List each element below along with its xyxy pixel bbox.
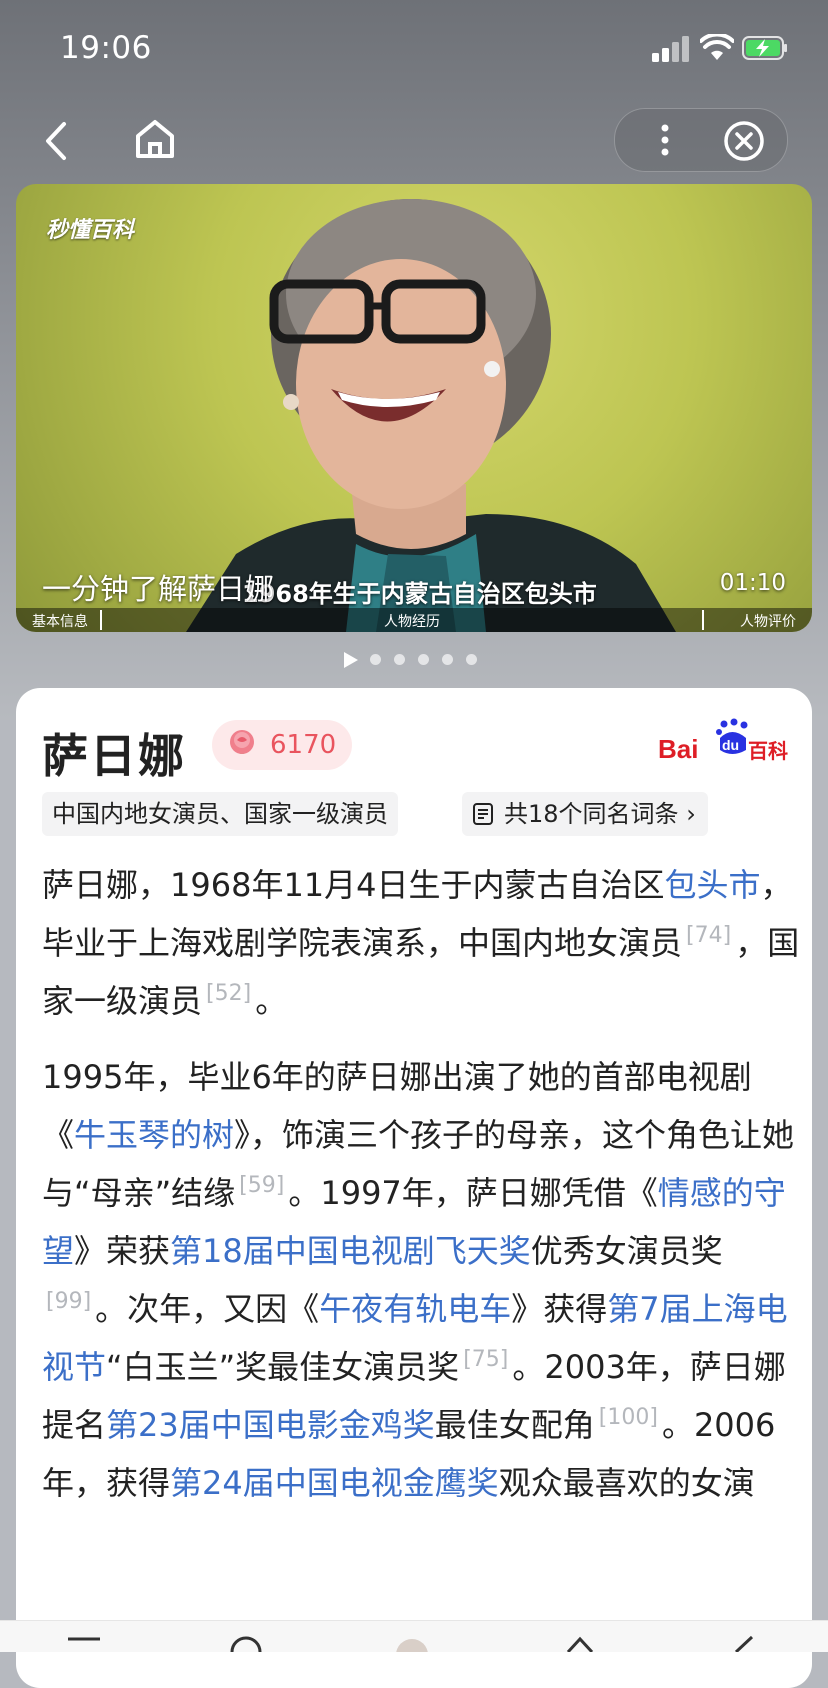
status-time: 19:06: [60, 30, 152, 66]
video-subtitle: 1968年生于内蒙古自治区包头市: [242, 580, 597, 608]
text-run: 。1997年，萨日娜凭借《: [288, 1174, 658, 1212]
battery-charging-icon: [742, 36, 787, 60]
video-watermark: 秒懂百科: [46, 218, 135, 243]
same-name-label: 共18个同名词条: [504, 800, 679, 828]
video-title: 一分钟了解萨日娜: [42, 572, 275, 606]
status-bar: 19:06: [0, 0, 828, 100]
reference-link[interactable]: [59]: [239, 1173, 284, 1198]
chapter-bar: 基本信息 人物经历 人物评价: [16, 608, 812, 632]
text-run: 优秀女演员奖: [530, 1232, 723, 1270]
share-icon[interactable]: [560, 1635, 600, 1652]
link-midnight-tram[interactable]: 午夜有轨电车: [319, 1290, 511, 1328]
chapter-divider: [100, 610, 102, 630]
text-run: 。次年，又因《: [95, 1290, 320, 1328]
text-run: 》获得: [511, 1290, 608, 1328]
chevron-right-icon: ›: [686, 800, 696, 828]
entry-summary: 萨日娜，1968年11月4日生于内蒙古自治区包头市，毕业于上海戏剧学院表演系，中…: [42, 856, 802, 1530]
link-feitian-award[interactable]: 第18届中国电视剧飞天奖: [170, 1232, 531, 1270]
mini-program-capsule: [614, 108, 788, 172]
entry-card: 萨日娜 6170 Bai du 百科 中国内地女演员、国家一级演员 共18个同名…: [16, 688, 812, 1688]
reference-link[interactable]: [99]: [46, 1289, 91, 1314]
link-niuyuqin[interactable]: 牛玉琴的树: [74, 1116, 234, 1154]
description-tag: 中国内地女演员、国家一级演员: [42, 792, 398, 836]
home-button[interactable]: [132, 114, 178, 164]
svg-text:du: du: [722, 737, 739, 753]
pager-dot[interactable]: [370, 654, 381, 665]
edit-icon[interactable]: [726, 1635, 766, 1652]
play-indicator-icon[interactable]: [344, 652, 358, 668]
entry-title: 萨日娜: [42, 729, 186, 783]
video-duration: 01:10: [719, 570, 786, 596]
reference-link[interactable]: [74]: [686, 923, 731, 948]
baidu-baike-logo: Bai du 百科: [658, 718, 788, 770]
text-run: 》荣获: [74, 1232, 171, 1270]
document-icon: [473, 803, 493, 825]
reference-link[interactable]: [75]: [463, 1347, 508, 1372]
pager-dot[interactable]: [394, 654, 405, 665]
avatar-icon[interactable]: [392, 1635, 432, 1652]
same-name-entries-button[interactable]: 共18个同名词条 ›: [462, 792, 708, 836]
text-run: 。: [255, 982, 288, 1020]
svg-text:百科: 百科: [748, 739, 788, 763]
reference-link[interactable]: [52]: [206, 981, 251, 1006]
nav-bar: [0, 100, 828, 180]
close-button[interactable]: [723, 120, 765, 162]
pager-dot[interactable]: [442, 654, 453, 665]
video-player[interactable]: 秒懂百科 1968年生于内蒙古自治区包头市 一分钟了解萨日娜 01:10 基本信…: [16, 184, 812, 632]
pager-dot[interactable]: [466, 654, 477, 665]
chapter-evaluation[interactable]: 人物评价: [740, 611, 796, 631]
video-frame-image: [186, 199, 676, 632]
more-button[interactable]: [645, 120, 685, 160]
text-run: “白玉兰”奖最佳女演员奖: [106, 1348, 460, 1386]
svg-text:Bai: Bai: [658, 734, 698, 764]
wifi-icon: [700, 34, 734, 60]
search-icon[interactable]: [226, 1635, 266, 1652]
flower-button[interactable]: 6170: [212, 720, 352, 770]
text-run: 观众最喜欢的女演: [498, 1464, 755, 1502]
flower-count: 6170: [270, 730, 337, 760]
menu-icon[interactable]: [64, 1635, 104, 1652]
summary-paragraph: 萨日娜，1968年11月4日生于内蒙古自治区包头市，毕业于上海戏剧学院表演系，中…: [42, 856, 802, 1030]
chapter-basic-info[interactable]: 基本信息: [32, 611, 88, 631]
reference-link[interactable]: [100]: [599, 1405, 658, 1430]
text-run: 萨日娜，1968年11月4日生于内蒙古自治区: [42, 866, 665, 904]
bottom-toolbar: [0, 1620, 828, 1652]
link-golden-rooster[interactable]: 第23届中国电影金鸡奖: [106, 1406, 435, 1444]
rose-icon: [230, 730, 254, 754]
chapter-divider: [702, 610, 704, 630]
chapter-experience[interactable]: 人物经历: [384, 611, 440, 631]
back-button[interactable]: [38, 116, 78, 166]
career-paragraph: 1995年，毕业6年的萨日娜出演了她的首部电视剧《牛玉琴的树》，饰演三个孩子的母…: [42, 1048, 802, 1512]
pager-dot[interactable]: [418, 654, 429, 665]
link-baotou[interactable]: 包头市: [665, 866, 761, 904]
text-run: 最佳女配角: [434, 1406, 595, 1444]
signal-icon: [652, 36, 690, 62]
link-golden-eagle[interactable]: 第24届中国电视金鹰奖: [170, 1464, 499, 1502]
